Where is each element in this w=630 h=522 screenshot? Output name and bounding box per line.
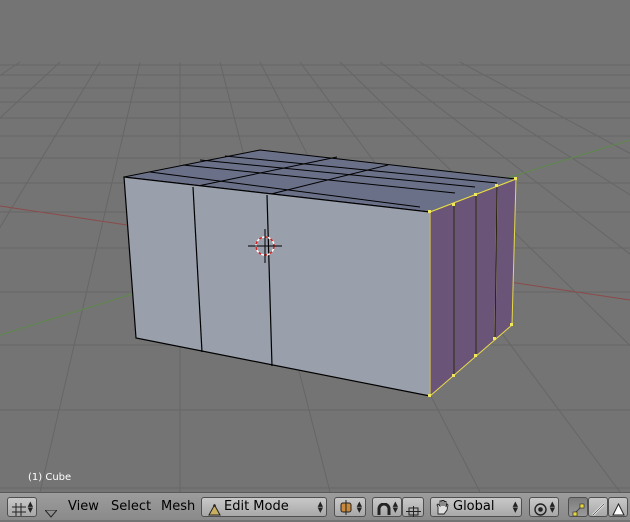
magnet-icon — [377, 501, 391, 520]
vertex-select-button[interactable] — [568, 497, 588, 517]
orientation-label: Global — [453, 499, 495, 514]
updown-arrows-icon: ▲ ▼ — [356, 500, 362, 514]
cube-front-face — [123, 176, 431, 397]
edge-select-button[interactable] — [588, 497, 608, 517]
pivot-icon — [339, 500, 353, 519]
3d-viewport[interactable]: (1) Cube — [0, 0, 630, 492]
object-info-label: (1) Cube — [28, 472, 72, 483]
updown-arrows-icon: ▲ ▼ — [317, 500, 323, 514]
collapse-menus-icon[interactable] — [43, 503, 59, 522]
cube-side-face — [429, 178, 517, 398]
proportional-editing-button[interactable]: ▲ ▼ — [529, 497, 559, 517]
manipulator-icon — [406, 502, 421, 521]
updown-arrows-icon: ▲ ▼ — [549, 500, 555, 514]
vertex-select-icon — [572, 501, 585, 520]
proportional-icon — [534, 501, 547, 520]
viewport-canvas[interactable] — [0, 0, 630, 492]
face-select-icon — [612, 501, 625, 520]
grid-editor-icon — [12, 501, 26, 520]
mode-dropdown[interactable]: Edit Mode ▲ ▼ — [201, 497, 327, 517]
menu-mesh[interactable]: Mesh — [161, 497, 195, 517]
updown-arrows-icon: ▲ ▼ — [392, 500, 398, 514]
face-select-button[interactable] — [608, 497, 628, 517]
mode-dropdown-label: Edit Mode — [224, 499, 289, 514]
hand-icon — [435, 500, 449, 519]
pivot-point-button[interactable]: ▲ ▼ — [334, 497, 366, 517]
3d-view-header: ▲ ▼ View Select Mesh Edit Mode ▲ ▼ ▲ ▼ ▲… — [0, 492, 630, 520]
orientation-dropdown[interactable]: Global ▲ ▼ — [430, 497, 522, 517]
manipulator-button[interactable] — [402, 497, 424, 517]
edge-select-icon — [592, 501, 605, 520]
updown-arrows-icon: ▲ ▼ — [512, 500, 518, 514]
updown-arrows-icon: ▲ ▼ — [27, 500, 33, 514]
menu-view[interactable]: View — [68, 497, 99, 517]
editor-type-button[interactable]: ▲ ▼ — [7, 497, 37, 517]
blender-window: (1) Cube ▲ ▼ View Select Mesh Edit Mode … — [0, 0, 630, 520]
snap-toggle-button[interactable]: ▲ ▼ — [372, 497, 402, 517]
menu-select[interactable]: Select — [111, 497, 151, 517]
edit-mode-icon — [208, 501, 221, 520]
